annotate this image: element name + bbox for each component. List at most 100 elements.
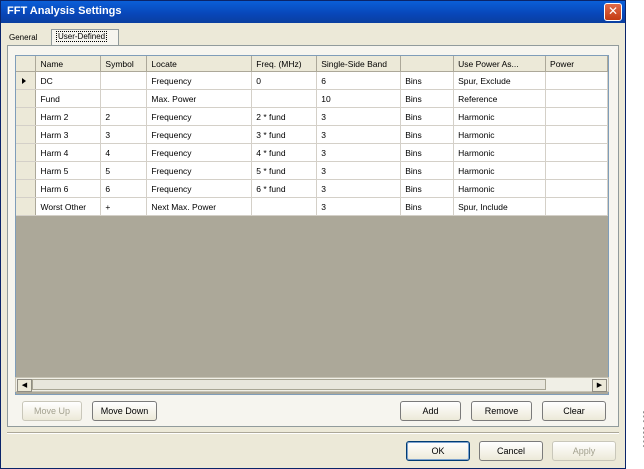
cell-freq[interactable]: 2 * fund	[251, 107, 318, 126]
cell-ssb[interactable]: 3	[316, 197, 402, 216]
cell-power[interactable]	[545, 143, 608, 162]
table-row[interactable]: Harm 2 2 Frequency 2 * fund 3 Bins Harmonic	[16, 107, 608, 126]
cell-use-power-as[interactable]: Spur, Include	[453, 197, 547, 216]
cell-locate[interactable]: Frequency	[146, 71, 253, 90]
row-header[interactable]	[16, 197, 37, 216]
scroll-right-icon[interactable]: ▶	[592, 379, 607, 392]
remove-button[interactable]: Remove	[471, 401, 532, 421]
cell-name[interactable]: Harm 3	[35, 125, 102, 144]
cell-locate[interactable]: Frequency	[146, 143, 253, 162]
cell-use-power-as[interactable]: Harmonic	[453, 125, 547, 144]
cell-use-power-as[interactable]: Harmonic	[453, 107, 547, 126]
cell-units[interactable]: Bins	[400, 107, 455, 126]
col-header-symbol[interactable]: Symbol	[100, 56, 148, 72]
cell-freq[interactable]	[251, 197, 318, 216]
cell-locate[interactable]: Frequency	[146, 179, 253, 198]
col-header-power[interactable]: Power	[545, 56, 608, 72]
cell-use-power-as[interactable]: Spur, Exclude	[453, 71, 547, 90]
cell-locate[interactable]: Next Max. Power	[146, 197, 253, 216]
close-icon[interactable]: ✕	[604, 3, 622, 21]
row-header[interactable]	[16, 107, 37, 126]
cell-power[interactable]	[545, 125, 608, 144]
cell-units[interactable]: Bins	[400, 179, 455, 198]
cell-power[interactable]	[545, 89, 608, 108]
cell-locate[interactable]: Max. Power	[146, 89, 253, 108]
cell-ssb[interactable]: 3	[316, 107, 402, 126]
row-header[interactable]	[16, 71, 37, 90]
cell-units[interactable]: Bins	[400, 71, 455, 90]
cell-power[interactable]	[545, 197, 608, 216]
cell-name[interactable]: DC	[35, 71, 102, 90]
cell-ssb[interactable]: 6	[316, 71, 402, 90]
table-row[interactable]: Harm 5 5 Frequency 5 * fund 3 Bins Harmonic	[16, 161, 608, 180]
cell-name[interactable]: Harm 5	[35, 161, 102, 180]
cell-symbol[interactable]: 6	[100, 179, 148, 198]
cell-name[interactable]: Harm 6	[35, 179, 102, 198]
add-button[interactable]: Add	[400, 401, 461, 421]
cell-units[interactable]: Bins	[400, 197, 455, 216]
cell-freq[interactable]: 5 * fund	[251, 161, 318, 180]
cell-symbol[interactable]	[100, 71, 148, 90]
cell-locate[interactable]: Frequency	[146, 125, 253, 144]
table-row[interactable]: Worst Other + Next Max. Power 3 Bins Spur, In…	[16, 197, 608, 216]
cell-name[interactable]: Harm 2	[35, 107, 102, 126]
table-row[interactable]: Fund Max. Power 10 Bins Reference	[16, 89, 608, 108]
cell-use-power-as[interactable]: Harmonic	[453, 143, 547, 162]
cell-locate[interactable]: Frequency	[146, 107, 253, 126]
cell-symbol[interactable]: 2	[100, 107, 148, 126]
ok-button[interactable]: OK	[406, 441, 470, 461]
cell-freq[interactable]: 6 * fund	[251, 179, 318, 198]
cell-ssb[interactable]: 3	[316, 161, 402, 180]
cell-use-power-as[interactable]: Harmonic	[453, 179, 547, 198]
cell-symbol[interactable]: +	[100, 197, 148, 216]
move-down-button[interactable]: Move Down	[92, 401, 157, 421]
move-up-button[interactable]: Move Up	[22, 401, 82, 421]
cell-power[interactable]	[545, 107, 608, 126]
cell-use-power-as[interactable]: Harmonic	[453, 161, 547, 180]
clear-button[interactable]: Clear	[542, 401, 606, 421]
cell-locate[interactable]: Frequency	[146, 161, 253, 180]
col-header-name[interactable]: Name	[35, 56, 102, 72]
cell-ssb[interactable]: 3	[316, 143, 402, 162]
col-header-units[interactable]	[400, 56, 455, 72]
col-header-freq[interactable]: Freq. (MHz)	[251, 56, 318, 72]
cell-power[interactable]	[545, 179, 608, 198]
cell-symbol[interactable]: 4	[100, 143, 148, 162]
cell-symbol[interactable]	[100, 89, 148, 108]
cell-freq[interactable]: 4 * fund	[251, 143, 318, 162]
cell-units[interactable]: Bins	[400, 161, 455, 180]
cell-ssb[interactable]: 10	[316, 89, 402, 108]
cancel-button[interactable]: Cancel	[479, 441, 543, 461]
tab-general[interactable]: General	[9, 31, 57, 45]
scroll-thumb[interactable]	[32, 379, 546, 390]
cell-units[interactable]: Bins	[400, 89, 455, 108]
cell-use-power-as[interactable]: Reference	[453, 89, 547, 108]
cell-freq[interactable]: 0	[251, 71, 318, 90]
row-header[interactable]	[16, 143, 37, 162]
table-row[interactable]: Harm 6 6 Frequency 6 * fund 3 Bins Harmonic	[16, 179, 608, 198]
row-header[interactable]	[16, 125, 37, 144]
cell-symbol[interactable]: 3	[100, 125, 148, 144]
row-header[interactable]	[16, 179, 37, 198]
scroll-left-icon[interactable]: ◀	[17, 379, 32, 392]
col-header-locate[interactable]: Locate	[146, 56, 253, 72]
cell-name[interactable]: Fund	[35, 89, 102, 108]
cell-name[interactable]: Worst Other	[35, 197, 102, 216]
row-header[interactable]	[16, 161, 37, 180]
cell-units[interactable]: Bins	[400, 143, 455, 162]
row-header[interactable]	[16, 89, 37, 108]
table-row[interactable]: Harm 4 4 Frequency 4 * fund 3 Bins Harmonic	[16, 143, 608, 162]
col-header-ssb[interactable]: Single-Side Band	[316, 56, 402, 72]
title-bar[interactable]: FFT Analysis Settings ✕	[1, 1, 625, 23]
col-header-use-power-as[interactable]: Use Power As...	[453, 56, 547, 72]
table-row[interactable]: DC Frequency 0 6 Bins Spur, Exclude	[16, 71, 608, 90]
cell-name[interactable]: Harm 4	[35, 143, 102, 162]
cell-ssb[interactable]: 3	[316, 125, 402, 144]
table-row[interactable]: Harm 3 3 Frequency 3 * fund 3 Bins Harmonic	[16, 125, 608, 144]
horizontal-scrollbar[interactable]: ◀ ▶	[15, 377, 609, 392]
cell-freq[interactable]: 3 * fund	[251, 125, 318, 144]
cell-power[interactable]	[545, 71, 608, 90]
tab-user-defined[interactable]: User-Defined	[51, 29, 119, 45]
cell-freq[interactable]	[251, 89, 318, 108]
cell-ssb[interactable]: 3	[316, 179, 402, 198]
